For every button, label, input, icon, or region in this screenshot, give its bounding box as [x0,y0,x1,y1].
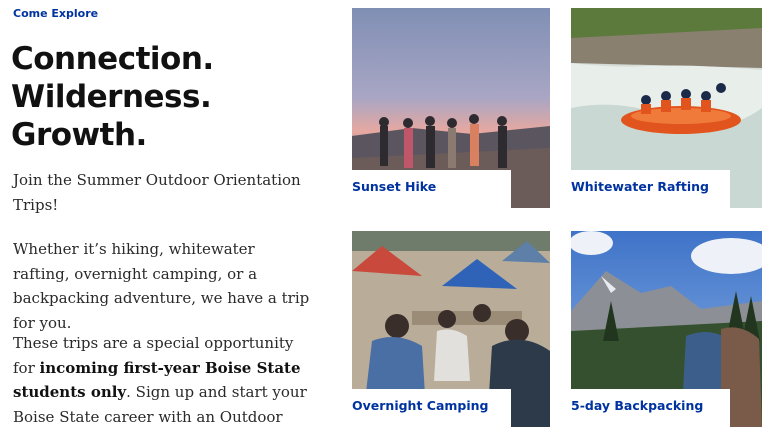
trip-caption[interactable]: Overnight Camping [352,389,511,427]
page-headline: Connection. Wilderness. Growth. [11,40,214,154]
trip-card-sunset-hike[interactable]: Sunset Hike [352,8,550,208]
trip-caption[interactable]: Whitewater Rafting [571,170,730,208]
trip-caption[interactable]: 5-day Backpacking [571,389,730,427]
come-explore-link[interactable]: Come Explore [13,7,98,20]
eligibility-paragraph: These trips are a special opportunity fo… [13,331,313,429]
description-paragraph: Whether it’s hiking, whitewater rafting,… [13,240,310,332]
headline-line-growth: Growth. [11,117,147,153]
intro-paragraph: Join the Summer Outdoor Orientation Trip… [13,171,301,214]
trip-card-5-day-backpacking[interactable]: 5-day Backpacking [571,231,762,427]
trip-caption[interactable]: Sunset Hike [352,170,511,208]
headline-line-connection: Connection. [11,41,214,77]
trip-card-overnight-camping[interactable]: Overnight Camping [352,231,550,427]
headline-line-wilderness: Wilderness. [11,79,212,115]
trip-card-whitewater-rafting[interactable]: Whitewater Rafting [571,8,762,208]
